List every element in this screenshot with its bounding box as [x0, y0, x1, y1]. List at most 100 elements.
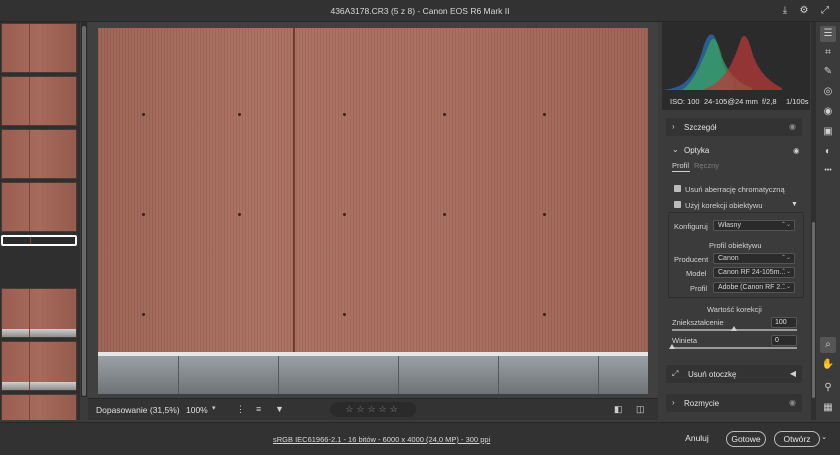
wall-bolt: [142, 213, 145, 216]
red-eye-icon[interactable]: ◉: [820, 104, 836, 120]
pavement-joint: [178, 356, 179, 394]
section-transform[interactable]: › Rozmycie ◉: [666, 394, 802, 412]
wall-bolt: [443, 113, 446, 116]
distortion-value[interactable]: 100: [771, 317, 797, 328]
histogram: [662, 22, 810, 92]
fringe-brush-icon: ⤢: [672, 369, 679, 378]
panel-scroll-thumb[interactable]: [812, 222, 815, 398]
preview-image[interactable]: [98, 28, 648, 394]
zoom-fit-label[interactable]: Dopasowanie (31,5%): [96, 405, 180, 415]
section-detail-label: Szczegół: [684, 123, 717, 132]
gear-icon[interactable]: ⚙: [797, 4, 811, 18]
eye-icon[interactable]: ◉: [793, 146, 800, 155]
eye-icon[interactable]: ◉: [789, 398, 796, 407]
grid-icon[interactable]: ▦: [820, 400, 836, 416]
pavement-joint: [398, 356, 399, 394]
correction-heading: Wartość korekcji: [707, 305, 762, 314]
chevron-down-icon: ⌃⌄: [780, 255, 791, 261]
configure-select[interactable]: Własny ⌃⌄: [713, 220, 795, 231]
tab-manual[interactable]: Ręczny: [694, 161, 719, 170]
title-bar: 436A3178.CR3 (5 z 8) - Canon EOS R6 Mark…: [0, 0, 840, 22]
zoom-percent[interactable]: 100%: [186, 405, 208, 415]
filmstrip-thumb[interactable]: [1, 288, 77, 338]
wall-bolt: [543, 213, 546, 216]
filmstrip-thumb[interactable]: [1, 76, 77, 126]
edit-icon[interactable]: ☰: [820, 26, 836, 42]
chevron-down-icon: ⌃⌄: [780, 269, 791, 275]
lens-correction-checkbox[interactable]: [674, 201, 681, 208]
pavement-joint: [498, 356, 499, 394]
tab-profile[interactable]: Profil: [672, 161, 689, 170]
pavement: [98, 356, 648, 394]
wall-bolt: [343, 113, 346, 116]
remove-ca-checkbox[interactable]: [674, 185, 681, 192]
filmstrip-thumb[interactable]: [1, 182, 77, 232]
exif-shutter: 1/100s: [786, 97, 809, 106]
chevron-down-icon: ⌃⌄: [780, 284, 791, 290]
filmstrip-thumb[interactable]: [1, 341, 77, 391]
remove-fringe-row[interactable]: ⤢ Usuń otoczkę ◀: [666, 365, 802, 383]
snapshots-icon[interactable]: ◐: [820, 144, 836, 160]
eyedropper-icon[interactable]: ⚲: [820, 380, 836, 396]
star-rating[interactable]: ☆☆☆☆☆: [330, 402, 416, 417]
camera-raw-window: 436A3178.CR3 (5 z 8) - Canon EOS R6 Mark…: [0, 0, 840, 455]
wall-bolt: [238, 113, 241, 116]
vignette-slider-knob[interactable]: [669, 344, 675, 349]
maker-value: Canon: [718, 255, 739, 262]
expand-icon[interactable]: ⤢: [818, 4, 832, 18]
triangle-left-icon: ◀: [789, 369, 796, 378]
section-optics-label[interactable]: Optyka: [684, 146, 709, 155]
open-button[interactable]: Otwórz: [774, 431, 820, 447]
compare-icon[interactable]: ◧: [614, 404, 623, 415]
filmstrip-scroll-thumb[interactable]: [82, 26, 86, 396]
wall-bolt: [343, 313, 346, 316]
distortion-slider-knob[interactable]: [731, 326, 737, 331]
presets-icon[interactable]: ▣: [820, 124, 836, 140]
filmstrip-thumb[interactable]: [1, 23, 77, 73]
chevron-down-icon[interactable]: ⌄: [672, 145, 679, 154]
model-value: Canon RF 24-105m...: [718, 269, 786, 276]
chevron-right-icon: ›: [672, 122, 675, 131]
chevron-down-icon[interactable]: ▾: [212, 404, 216, 412]
wall-bolt: [543, 313, 546, 316]
tab-underline: [672, 171, 690, 172]
done-button[interactable]: Gotowe: [726, 431, 766, 447]
exif-iso: ISO: 100: [670, 97, 700, 106]
crop-icon[interactable]: ⌗: [820, 45, 836, 61]
wall-bolt: [142, 113, 145, 116]
masking-icon[interactable]: ◎: [820, 84, 836, 100]
open-options-chevron-icon[interactable]: ⌄: [818, 431, 830, 447]
maker-select[interactable]: Canon ⌃⌄: [713, 253, 795, 264]
profile-select[interactable]: Adobe (Canon RF 2... ⌃⌄: [713, 282, 795, 293]
filmstrip-thumb[interactable]: [1, 394, 77, 420]
filmstrip-thumb[interactable]: [1, 129, 77, 179]
filmstrip: [0, 22, 80, 420]
vignette-value[interactable]: 0: [771, 335, 797, 346]
chevron-down-icon: ⌃⌄: [780, 222, 791, 228]
more-icon[interactable]: •••: [820, 163, 836, 179]
wall-bolt: [238, 213, 241, 216]
sort-icon[interactable]: ≡: [256, 404, 261, 414]
vignette-slider-track[interactable]: [672, 347, 797, 349]
wall-bolt: [343, 213, 346, 216]
export-icon[interactable]: ⤓: [778, 4, 792, 18]
distortion-label: Zniekształcenie: [672, 318, 724, 327]
before-after-icon[interactable]: ◫: [636, 404, 645, 415]
model-select[interactable]: Canon RF 24-105m... ⌃⌄: [713, 267, 795, 278]
collapse-triangle-icon[interactable]: ▼: [791, 201, 798, 208]
section-detail[interactable]: › Szczegół ◉: [666, 118, 802, 136]
vignette-label: Winieta: [672, 336, 698, 345]
zoom-icon[interactable]: ⌕: [820, 337, 836, 353]
configure-value: Własny: [718, 222, 741, 229]
filter-icon[interactable]: ▼: [275, 404, 284, 414]
remove-ca-label: Usuń aberrację chromatyczną: [685, 185, 785, 194]
eye-icon[interactable]: ◉: [789, 122, 796, 131]
filmstrip-thumb-selected[interactable]: [1, 235, 77, 246]
wall-bolt: [142, 313, 145, 316]
filmstrip-options-icon[interactable]: ⋮: [236, 404, 245, 415]
workflow-options-link[interactable]: sRGB IEC61966-2.1 - 16 bitów - 6000 x 40…: [273, 435, 490, 444]
configure-label: Konfiguruj: [674, 222, 708, 231]
hand-icon[interactable]: ✋: [820, 357, 836, 373]
cancel-button[interactable]: Anuluj: [680, 431, 714, 447]
eraser-icon[interactable]: ✎: [820, 64, 836, 80]
